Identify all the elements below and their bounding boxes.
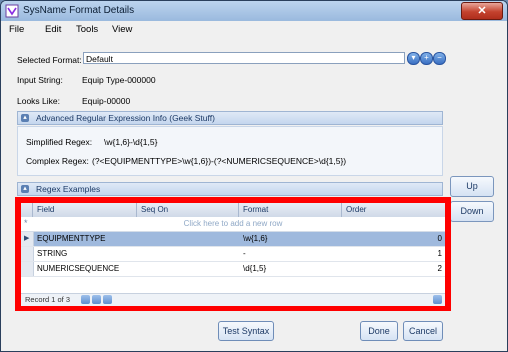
simplified-regex-value: \w{1,6}-\d{1,5} <box>104 137 158 147</box>
menu-edit[interactable]: Edit <box>45 24 61 35</box>
done-button[interactable]: Done <box>360 321 398 341</box>
grid-header: Field Seq On Format Order <box>21 203 445 218</box>
cell-seq-on[interactable] <box>137 262 239 276</box>
selected-format-label: Selected Format: <box>17 55 82 65</box>
cell-seq-on[interactable] <box>137 247 239 261</box>
cell-order[interactable]: 2 <box>342 262 445 276</box>
column-header-format[interactable]: Format <box>239 203 342 217</box>
cell-field[interactable]: EQUIPMENTTYPE <box>33 232 137 246</box>
cell-field[interactable]: NUMERICSEQUENCE <box>33 262 137 276</box>
menu-file[interactable]: File <box>9 24 24 35</box>
cancel-button[interactable]: Cancel <box>403 321 443 341</box>
add-format-icon[interactable]: + <box>420 52 433 65</box>
column-header-seq-on[interactable]: Seq On <box>137 203 239 217</box>
cell-seq-on[interactable] <box>137 232 239 246</box>
looks-like-value: Equip-00000 <box>82 96 131 106</box>
prev-page-icon[interactable] <box>92 295 101 304</box>
cell-format[interactable]: \d{1,5} <box>239 262 342 276</box>
next-page-icon[interactable] <box>103 295 112 304</box>
highlight-frame: Field Seq On Format Order * Click here t… <box>15 197 451 311</box>
looks-like-label: Looks Like: <box>17 96 60 106</box>
menu-tools[interactable]: Tools <box>76 24 98 35</box>
regex-examples-title: Regex Examples <box>36 184 101 194</box>
close-button[interactable]: ✕ <box>461 2 503 20</box>
complex-regex-value: (?<EQUIPMENTTYPE>\w{1,6})-(?<NUMERICSEQU… <box>92 156 347 166</box>
menu-view[interactable]: View <box>112 24 132 35</box>
pager-text: Record 1 of 3 <box>25 295 71 304</box>
advanced-section-title: Advanced Regular Expression Info (Geek S… <box>36 113 215 123</box>
cell-format[interactable]: \w{1,6} <box>239 232 342 246</box>
cell-format[interactable]: - <box>239 247 342 261</box>
cell-order[interactable]: 1 <box>342 247 445 261</box>
add-new-row[interactable]: * Click here to add a new row <box>21 217 445 232</box>
grid-pager: Record 1 of 3 <box>21 293 445 306</box>
add-new-row-text[interactable]: Click here to add a new row <box>21 219 445 228</box>
dropdown-chevron-icon[interactable]: ▾ <box>407 52 420 65</box>
format-details-window: SysName Format Details ✕ File Edit Tools… <box>0 0 508 352</box>
complex-regex-label: Complex Regex: <box>26 156 89 166</box>
collapse-icon[interactable]: ▴ <box>21 114 29 122</box>
table-row[interactable]: ▶ EQUIPMENTTYPE \w{1,6} 0 <box>21 232 445 247</box>
input-string-label: Input String: <box>17 75 63 85</box>
scroll-right-icon[interactable] <box>433 295 442 304</box>
column-header-order[interactable]: Order <box>342 203 445 217</box>
collapse-icon[interactable]: ▴ <box>21 185 29 193</box>
up-button[interactable]: Up <box>450 176 494 197</box>
window-title: SysName Format Details <box>23 5 135 16</box>
remove-format-icon[interactable]: − <box>433 52 446 65</box>
input-string-value: Equip Type-000000 <box>82 75 156 85</box>
column-header-field[interactable]: Field <box>33 203 137 217</box>
table-row[interactable]: NUMERICSEQUENCE \d{1,5} 2 <box>21 262 445 277</box>
menu-bar: File Edit Tools View <box>1 21 507 39</box>
app-icon <box>5 4 19 18</box>
advanced-panel: Simplified Regex: \w{1,6}-\d{1,5} Comple… <box>17 126 443 176</box>
title-bar: SysName Format Details ✕ <box>1 1 507 21</box>
cell-field[interactable]: STRING <box>33 247 137 261</box>
current-row-arrow-icon: ▶ <box>24 235 30 242</box>
advanced-section-header[interactable]: ▴ Advanced Regular Expression Info (Geek… <box>17 111 443 125</box>
regex-examples-header[interactable]: ▴ Regex Examples <box>17 182 443 196</box>
table-row[interactable]: STRING - 1 <box>21 247 445 262</box>
row-indicator-header <box>21 203 33 217</box>
test-syntax-button[interactable]: Test Syntax <box>218 321 274 341</box>
down-button[interactable]: Down <box>450 201 494 222</box>
first-page-icon[interactable] <box>81 295 90 304</box>
simplified-regex-label: Simplified Regex: <box>26 137 93 147</box>
selected-format-select[interactable]: Default <box>83 52 405 64</box>
cell-order[interactable]: 0 <box>342 232 445 246</box>
